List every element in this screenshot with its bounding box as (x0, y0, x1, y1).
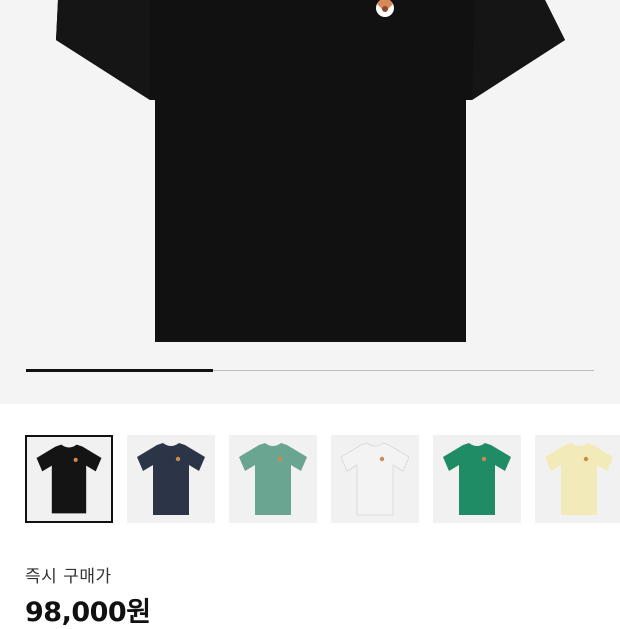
carousel-progress-fill (26, 369, 214, 372)
fox-logo-icon (277, 456, 283, 462)
color-thumbnail-light-yellow[interactable] (535, 435, 620, 523)
tshirt-icon (443, 443, 511, 515)
product-image-carousel[interactable] (0, 0, 620, 404)
tshirt-icon (239, 443, 307, 515)
tshirt-icon (545, 443, 613, 515)
tshirt-icon (36, 444, 102, 514)
tshirt-icon (340, 442, 410, 516)
fox-logo-icon (73, 457, 78, 463)
fox-logo-icon (481, 456, 487, 462)
fox-logo-icon (175, 456, 181, 462)
color-thumbnail-black[interactable] (25, 435, 113, 523)
instant-buy-price-label: 즉시 구매가 (25, 567, 112, 587)
carousel-progress-track (26, 369, 594, 372)
color-thumbnail-white[interactable] (331, 435, 419, 523)
color-thumbnail-list (25, 435, 620, 525)
color-thumbnail-navy[interactable] (127, 435, 215, 523)
fox-logo-icon (583, 456, 589, 462)
tshirt-icon (137, 443, 205, 515)
fox-logo-icon (379, 456, 385, 462)
color-thumbnail-green[interactable] (433, 435, 521, 523)
product-main-image (56, 0, 565, 342)
instant-buy-price: 98,000원 (25, 597, 151, 628)
color-thumbnail-sage-green[interactable] (229, 435, 317, 523)
